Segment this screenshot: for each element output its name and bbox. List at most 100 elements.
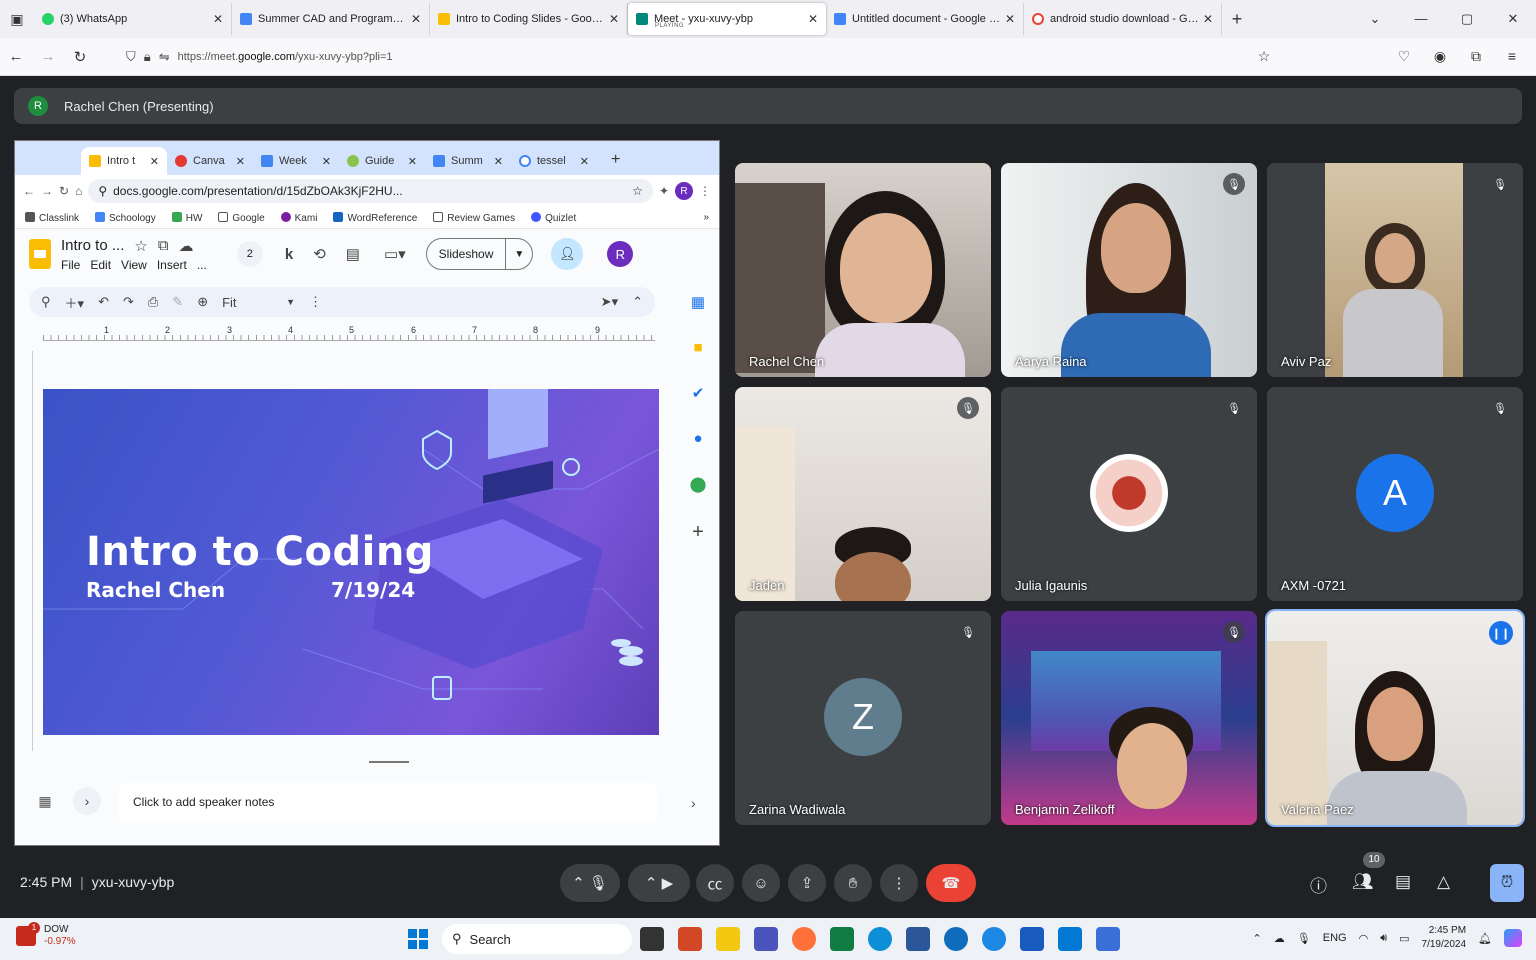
menu-icon[interactable]: ≡ [1496,48,1528,65]
stock-widget[interactable]: 1 DOW -0.97% [16,922,76,948]
speaking-indicator-icon: ❙❙ [1489,621,1513,645]
close-icon: ✕ [493,155,503,168]
browser-nav-bar: ← → ↻ ⛉ 🔒︎ ⇋ https://meet.google.com/yxu… [0,38,1536,76]
clock[interactable]: 2:45 PM 7/19/2024 [1422,924,1467,952]
info-icon[interactable]: ⓘ [1310,872,1327,897]
participant-tile-speaking[interactable]: ❙❙ Valeria Paez [1265,609,1525,827]
present-button[interactable]: ⇪ [788,864,826,902]
close-tab-icon[interactable]: ✕ [1005,12,1015,26]
participant-tile[interactable]: 🎙︎ Jaden [735,387,991,601]
minimize-button[interactable]: — [1398,11,1444,27]
maximize-button[interactable]: ▢ [1444,11,1490,27]
slide-title: Intro to Coding [86,529,434,575]
notification-bell-icon[interactable]: 🔔︎ [1478,932,1492,945]
browser-tab[interactable]: android studio download - Goo ✕ [1024,3,1222,35]
volume-icon[interactable]: 🔊︎ [1380,932,1387,945]
chat-icon[interactable]: ▤ [1395,872,1411,892]
meeting-info: 2:45 PM | yxu-xuvy-ybp [20,874,175,890]
tab-list-icon[interactable]: ▣ [0,0,34,38]
host-controls-button[interactable]: ⏰︎ [1490,864,1524,902]
close-tab-icon[interactable]: ✕ [411,12,421,26]
browser-tab[interactable]: Summer CAD and Programming ✕ [232,3,430,35]
video-feed [1267,611,1523,825]
back-icon[interactable]: ← [0,48,32,65]
app-icon[interactable] [1096,927,1120,951]
app-icon[interactable] [982,927,1006,951]
taskbar-search[interactable]: ⚲ Search [442,924,632,954]
file-explorer-icon[interactable] [716,927,740,951]
browser-tab[interactable]: Intro to Coding Slides - Google ✕ [430,3,628,35]
task-view-icon[interactable] [640,927,664,951]
microphone-icon[interactable]: 🎙︎ [1297,932,1311,945]
google-icon [519,155,531,167]
reload-icon[interactable]: ↻ [64,48,96,66]
word-icon[interactable] [1020,927,1044,951]
participant-tile[interactable]: Rachel Chen [735,163,991,377]
docs-icon [261,155,273,167]
activities-icon[interactable]: △ [1437,872,1450,892]
participant-tile[interactable]: 🎙︎ Julia Igaunis [1001,387,1257,601]
browser-tab-active[interactable]: Meet - yxu-xuvy-ybp PLAYING ✕ [628,3,826,35]
close-tab-icon[interactable]: ✕ [1203,12,1213,26]
people-icon[interactable]: 👥︎ [1352,872,1374,892]
bookmark: WordReference [333,211,417,224]
close-tab-icon[interactable]: ✕ [808,12,818,26]
tab-overflow-icon[interactable]: ⌄ [1352,11,1398,27]
cloud-status-icon: ☁︎ [178,237,194,255]
menu-edit: Edit [90,257,112,272]
close-tab-icon[interactable]: ✕ [609,12,619,26]
chevron-up-icon: ⌃ [632,294,643,309]
browser-tab[interactable]: Untitled document - Google Do ✕ [826,3,1024,35]
close-tab-icon[interactable]: ✕ [213,12,223,26]
doc-title: Intro to ... [61,237,125,254]
extensions-icon[interactable]: ⧉ [1460,48,1492,65]
cloud-icon[interactable]: ☁︎ [1274,932,1285,945]
more-options-button[interactable]: ⋮ [880,864,918,902]
star-icon: ☆ [632,184,643,198]
start-button[interactable] [408,929,428,949]
browser-tab[interactable]: (3) WhatsApp ✕ [34,3,232,35]
account-icon[interactable]: ◉ [1424,48,1456,65]
close-window-button[interactable]: ✕ [1490,11,1536,27]
participant-tile[interactable]: A 🎙︎ AXM -0721 [1267,387,1523,601]
teams-icon[interactable] [754,927,778,951]
wifi-icon[interactable]: ◠ [1359,932,1369,945]
video-feed [1267,163,1523,377]
new-tab-button[interactable]: + [1222,9,1252,30]
emoji-button[interactable]: ☺ [742,864,780,902]
mic-button[interactable]: ⌃ 🎙︎ [560,864,620,902]
permissions-icon[interactable]: ⇋ [159,49,170,65]
shared-screen: Intro t ✕ Canva ✕ Week ✕ Guide ✕ Summ ✕ tesse… [14,140,720,846]
participant-tile[interactable]: 🎙︎ Aarya Raina [1001,163,1257,377]
captions-button[interactable]: ㏄ [696,864,734,902]
tasks-icon: ✔ [691,385,705,402]
copilot-icon[interactable] [1504,929,1522,947]
schoology-icon [95,211,106,222]
camera-button[interactable]: ⌃ ▶ [628,864,690,902]
language-indicator[interactable]: ENG [1323,932,1347,944]
participant-tile[interactable]: Z 🎙︎ Zarina Wadiwala [735,611,991,825]
participant-tile[interactable]: 🎙︎ Aviv Paz [1267,163,1523,377]
firefox-icon[interactable] [792,927,816,951]
raise-hand-button[interactable]: ✋︎ [834,864,872,902]
speaker-notes-row: ▦ › Click to add speaker notes › [15,779,719,839]
bookmark-star-icon[interactable]: ☆ [1248,48,1280,65]
url-bar[interactable]: ⛉ 🔒︎ ⇋ https://meet.google.com/yxu-xuvy-… [126,43,1236,71]
leave-call-button[interactable]: ☎︎ [926,864,976,902]
store-icon[interactable] [906,927,930,951]
chevron-up-icon[interactable]: ⌃ [1253,932,1262,945]
url-text[interactable]: https://meet.google.com/yxu-xuvy-ybp?pli… [178,51,393,63]
edge-icon[interactable] [868,927,892,951]
lock-icon[interactable]: 🔒︎ [144,49,151,65]
maps-icon: ⬤ [689,476,707,493]
pocket-icon[interactable]: ♡ [1388,48,1420,65]
forward-icon[interactable]: → [32,48,64,65]
participant-tile[interactable]: 🎙︎ Benjamin Zelikoff [1001,611,1257,825]
powerpoint-icon[interactable] [678,927,702,951]
shield-icon[interactable]: ⛉ [126,49,136,65]
battery-icon[interactable]: ▭ [1399,932,1409,945]
excel-icon[interactable] [830,927,854,951]
edge-beta-icon[interactable] [944,927,968,951]
bookmarks-bar: Classlink Schoology HW Google Kami WordR… [15,207,719,229]
app-icon[interactable] [1058,927,1082,951]
